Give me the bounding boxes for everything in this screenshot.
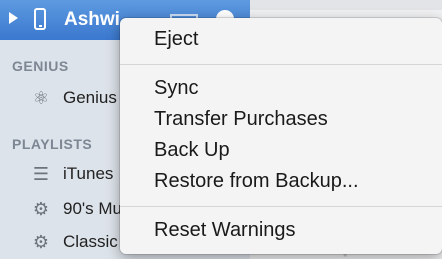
itunes-stack-icon: ☰ [32, 164, 50, 184]
menu-item-transfer-purchases[interactable]: Transfer Purchases [154, 108, 328, 131]
gear-icon: ⚙ [32, 199, 50, 219]
sidebar-item-label: Classic [63, 232, 118, 251]
iphone-icon [34, 8, 46, 30]
menu-separator [120, 206, 442, 207]
menu-item-restore-from-backup[interactable]: Restore from Backup... [154, 170, 359, 193]
gear-icon: ⚙ [32, 232, 50, 252]
menu-item-reset-warnings[interactable]: Reset Warnings [154, 219, 296, 242]
menu-item-back-up[interactable]: Back Up [154, 139, 230, 162]
section-header-playlists: PLAYLISTS [12, 136, 93, 152]
toolbar-strip [250, 0, 442, 10]
sidebar-item-label: Genius [63, 88, 117, 107]
genius-atom-icon: ⚛ [32, 88, 50, 108]
sidebar-item-label: iTunes [63, 164, 114, 183]
sidebar-item-label: 90's Mu [63, 199, 122, 218]
menu-item-sync[interactable]: Sync [154, 77, 198, 100]
device-name: Ashwi [64, 9, 120, 30]
menu-item-eject[interactable]: Eject [154, 28, 198, 51]
menu-separator [120, 64, 442, 65]
section-header-genius: GENIUS [12, 58, 69, 74]
device-context-menu: Eject Sync Transfer Purchases Back Up Re… [120, 18, 442, 254]
disclosure-triangle-icon[interactable] [9, 12, 18, 24]
